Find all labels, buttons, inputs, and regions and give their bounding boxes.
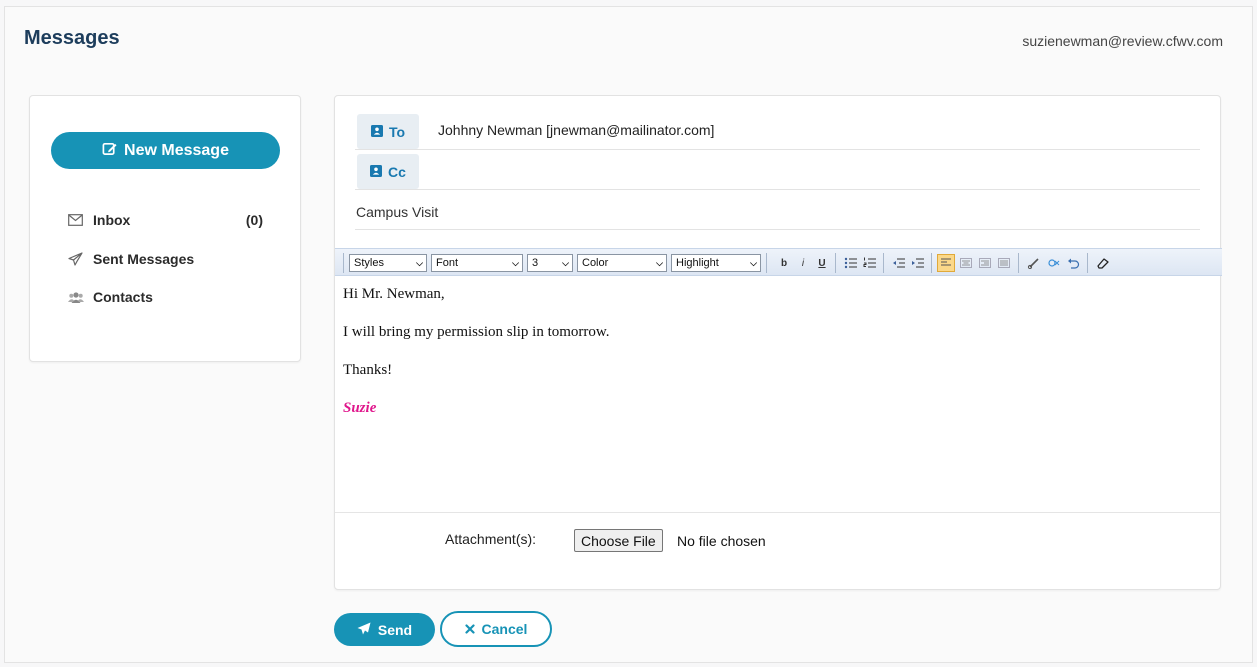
- body-signature: Suzie: [343, 400, 377, 416]
- highlight-value: Highlight: [676, 257, 719, 269]
- cc-button[interactable]: Cc: [357, 154, 419, 189]
- users-icon: [68, 291, 84, 304]
- new-message-label: New Message: [124, 141, 229, 159]
- user-email: suzienewman@review.cfwv.com: [1022, 33, 1223, 49]
- chevron-down-icon: ⌵: [416, 257, 423, 268]
- highlight-dropdown[interactable]: Highlight ⌵: [671, 254, 761, 272]
- numbered-list-icon[interactable]: [861, 254, 879, 272]
- unlink-icon[interactable]: [1045, 254, 1063, 272]
- toolbar-separator: [835, 253, 836, 273]
- cancel-label: Cancel: [481, 621, 528, 637]
- send-label: Send: [377, 621, 413, 638]
- size-dropdown[interactable]: 3 ⌵: [527, 254, 573, 272]
- italic-icon[interactable]: i: [794, 254, 812, 272]
- attachment-divider: [335, 512, 1220, 513]
- body-line-thanks: Thanks!: [343, 362, 393, 378]
- subject-divider: [355, 229, 1200, 230]
- indent-icon[interactable]: [909, 254, 927, 272]
- chevron-down-icon: ⌵: [656, 257, 663, 268]
- underline-icon[interactable]: U: [813, 254, 831, 272]
- sidebar-item-contacts[interactable]: Contacts: [68, 289, 153, 305]
- paper-plane-icon: [68, 252, 84, 266]
- attachments-label: Attachment(s):: [445, 531, 537, 547]
- outdent-icon[interactable]: [890, 254, 908, 272]
- new-message-button[interactable]: New Message: [51, 132, 280, 169]
- chevron-down-icon: ⌵: [562, 257, 569, 268]
- bold-icon[interactable]: b: [775, 254, 793, 272]
- envelope-icon: [68, 214, 84, 226]
- font-dropdown[interactable]: Font ⌵: [431, 254, 523, 272]
- color-dropdown[interactable]: Color ⌵: [577, 254, 667, 272]
- styles-dropdown[interactable]: Styles ⌵: [349, 254, 427, 272]
- toolbar-separator: [931, 253, 932, 273]
- eraser-icon[interactable]: [1094, 254, 1112, 272]
- sidebar-item-inbox[interactable]: Inbox: [68, 212, 130, 228]
- editor-toolbar: Styles ⌵ Font ⌵ 3 ⌵ Color ⌵ Highlight ⌵ b i U: [335, 248, 1222, 276]
- cc-label: Cc: [388, 163, 406, 180]
- cancel-button[interactable]: Cancel: [440, 611, 552, 647]
- size-value: 3: [532, 257, 539, 269]
- to-button[interactable]: To: [357, 114, 419, 149]
- bullet-list-icon[interactable]: [842, 254, 860, 272]
- toolbar-separator: [343, 253, 344, 273]
- color-value: Color: [582, 257, 609, 269]
- subject-field[interactable]: Campus Visit: [356, 204, 438, 220]
- choose-file-button[interactable]: Choose File: [574, 529, 663, 552]
- align-center-icon[interactable]: [957, 254, 975, 272]
- edit-icon: [102, 141, 117, 161]
- close-icon: [464, 621, 475, 637]
- sidebar-item-sent[interactable]: Sent Messages: [68, 251, 194, 267]
- sidebar-panel: New Message Inbox (0) Sent Messages Cont…: [29, 95, 301, 362]
- sidebar-item-label: Contacts: [93, 289, 153, 305]
- paper-plane-icon: [357, 622, 371, 638]
- align-right-icon[interactable]: [976, 254, 994, 272]
- align-left-icon[interactable]: [937, 254, 955, 272]
- to-label: To: [388, 123, 406, 140]
- toolbar-separator: [883, 253, 884, 273]
- send-button[interactable]: Send: [334, 613, 435, 646]
- page-title: Messages: [24, 27, 120, 49]
- inbox-count: (0): [245, 212, 263, 228]
- to-field[interactable]: Johhny Newman [jnewman@mailinator.com]: [438, 122, 714, 138]
- cc-divider: [355, 189, 1200, 190]
- toolbar-separator: [1087, 253, 1088, 273]
- chevron-down-icon: ⌵: [512, 257, 519, 268]
- justify-icon[interactable]: [995, 254, 1013, 272]
- link-icon[interactable]: [1025, 254, 1043, 272]
- body-line-message: I will bring my permission slip in tomor…: [343, 324, 610, 340]
- contact-card-icon: [370, 124, 383, 140]
- to-divider: [355, 149, 1200, 150]
- styles-value: Styles: [354, 257, 384, 269]
- no-file-text: No file chosen: [677, 533, 766, 549]
- font-value: Font: [436, 257, 459, 269]
- body-line-greeting: Hi Mr. Newman,: [343, 286, 445, 302]
- toolbar-separator: [766, 253, 767, 273]
- undo-icon[interactable]: [1064, 254, 1082, 272]
- chevron-down-icon: ⌵: [750, 257, 757, 268]
- sidebar-item-label: Sent Messages: [93, 251, 195, 267]
- sidebar-item-label: Inbox: [93, 212, 131, 228]
- compose-panel: To Johhny Newman [jnewman@mailinator.com…: [334, 95, 1222, 590]
- contact-card-icon: [370, 164, 383, 180]
- toolbar-separator: [1018, 253, 1019, 273]
